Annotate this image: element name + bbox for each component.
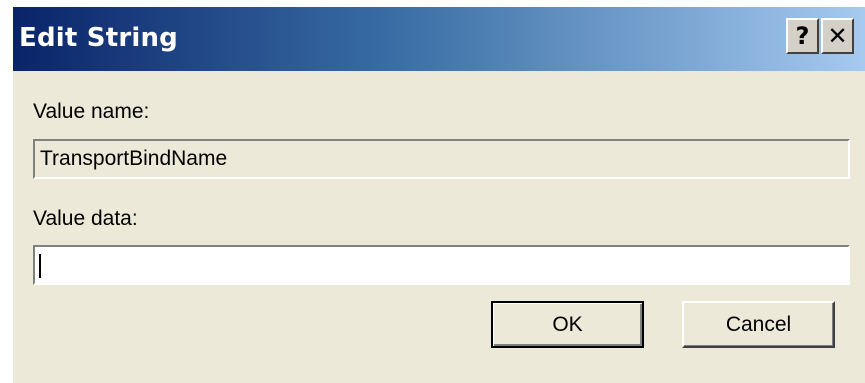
value-data-label: Value data: (33, 207, 138, 230)
value-name-field[interactable]: TransportBindName (33, 139, 850, 179)
ok-button[interactable]: OK (491, 301, 644, 348)
close-icon: ✕ (827, 22, 848, 50)
cancel-button[interactable]: Cancel (682, 301, 835, 348)
edit-string-dialog: Edit String ? ✕ Value name: TransportBin… (12, 7, 865, 383)
value-name-label: Value name: (33, 100, 150, 123)
title-bar[interactable]: Edit String ? ✕ (13, 7, 865, 71)
value-data-input[interactable] (33, 245, 850, 285)
text-caret (39, 254, 41, 278)
close-button[interactable]: ✕ (821, 18, 854, 54)
help-button[interactable]: ? (786, 18, 819, 54)
help-icon: ? (795, 22, 810, 50)
dialog-title: Edit String (19, 23, 178, 53)
